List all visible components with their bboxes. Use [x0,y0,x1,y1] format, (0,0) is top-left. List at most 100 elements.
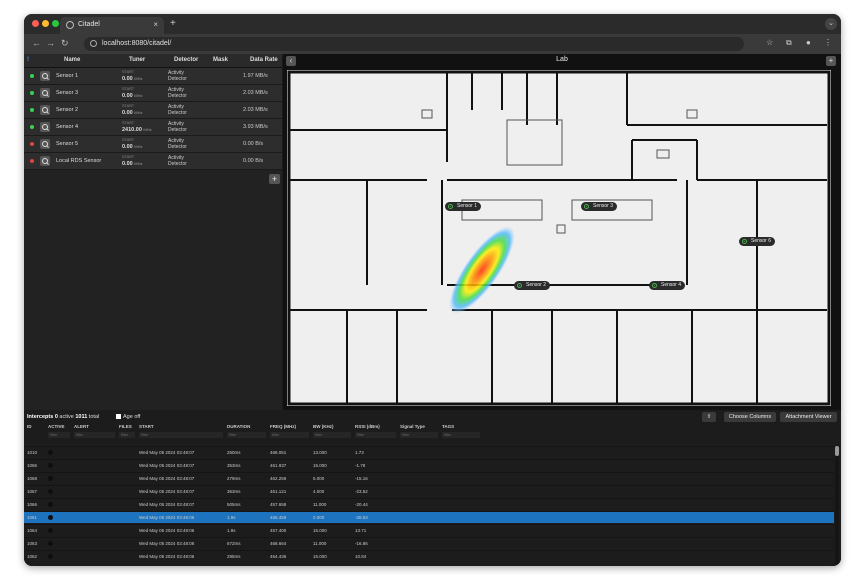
table-row[interactable]: 1066 Wed May 05 2024 03:48:07 505ms 457.658… [24,498,834,510]
sensor-row[interactable]: Sensor 2 START 0.00 MHz Activity Detector 2.… [24,102,282,119]
sensor-row[interactable]: Sensor 3 START 0.00 MHz Activity Detector 2.… [24,85,282,102]
data-rate: 2.03 MB/s [243,107,268,113]
table-row[interactable]: 1010 Wed May 05 2024 03:48:07 250ms 468.051… [24,446,834,458]
address-bar[interactable]: localhost:8080/citadel/ [84,37,744,51]
table-scrollbar[interactable] [835,446,839,564]
extensions-icon[interactable]: ⧉ [786,38,792,48]
search-icon[interactable] [40,105,50,115]
column-filter-input[interactable]: filter [227,432,266,438]
search-icon[interactable] [40,71,50,81]
cell-id: 1061 [27,515,38,520]
table-row[interactable]: 1061 Wed May 05 2024 03:48:06 1.9s 456.459 2… [24,511,834,523]
forward-icon[interactable]: → [46,38,55,48]
sensor-name: Sensor 1 [56,73,79,79]
scrollbar-thumb[interactable] [835,446,839,456]
column-filter-input[interactable]: filter [139,432,223,438]
tuner-value: 0.00 MHz [122,76,143,82]
column-header[interactable]: ID [27,424,32,429]
search-icon[interactable] [40,88,50,98]
sensor-row[interactable]: Sensor 4 START 2410.00 MHz Activity Detecto… [24,119,282,136]
tuner-label: START [122,70,135,74]
star-icon[interactable]: ☆ [766,38,773,47]
rate-column[interactable]: Data Rate [250,57,278,63]
column-header[interactable]: ALERT [74,424,89,429]
plus-icon[interactable]: + [170,18,176,29]
cell-start: Wed May 05 2024 03:48:06 [139,515,195,520]
url-text: localhost:8080/citadel/ [102,40,172,47]
sensor-row[interactable]: Local RDS Sensor START 0.00 MHz Activity De… [24,153,282,170]
sensor-marker[interactable]: Sensor 2 [514,281,551,290]
close-icon[interactable]: × [153,20,158,29]
menu-icon[interactable]: ⋮ [824,38,832,47]
search-icon[interactable] [40,156,50,166]
search-icon[interactable] [40,122,50,132]
sensor-marker[interactable]: Sensor 3 [581,202,618,211]
column-header[interactable]: START [139,424,154,429]
cell-rssi: -1.78 [355,463,366,468]
tuner-column[interactable]: Tuner [129,57,145,63]
table-row[interactable]: 1065 Wed May 05 2024 03:48:07 353ms 461.937… [24,459,834,471]
cell-id: 1010 [27,450,38,455]
column-header[interactable]: Signal Type [400,424,425,429]
column-filter-input[interactable]: filter [119,432,135,438]
column-filter-input[interactable]: filter [442,432,480,438]
column-header[interactable]: FILES [119,424,132,429]
table-row[interactable]: 1062 Wed May 05 2024 03:48:06 295ms 464.436… [24,550,834,562]
mask-column[interactable]: Mask [213,57,228,63]
column-header[interactable]: TAGS [442,424,454,429]
cell-freq: 468.664 [270,541,287,546]
column-filter-input[interactable]: filter [270,432,309,438]
column-filter-input[interactable]: filter [313,432,351,438]
back-icon[interactable]: ← [32,38,41,48]
floor-plan[interactable]: Sensor 1 Sensor 3 Sensor 6 Sensor 2 Sens… [287,70,831,406]
minimize-window-button[interactable] [42,20,49,27]
column-header[interactable]: DURATION [227,424,250,429]
column-header[interactable]: FREQ (MHz) [270,424,296,429]
export-icon: ⇧ [706,414,712,420]
cell-bw: 4.000 [313,489,325,494]
tuner-value: 2410.00 MHz [122,127,152,133]
table-row[interactable]: 1063 Wed May 05 2024 03:48:06 672ms 468.664… [24,537,834,549]
cell-id: 1068 [27,476,38,481]
search-icon[interactable] [40,139,50,149]
detector-name: Activity Detector [168,155,187,167]
column-header[interactable]: RSSI (dBm) [355,424,380,429]
table-row[interactable]: 1064 Wed May 05 2024 03:48:06 1.9s 457.400 1… [24,524,834,536]
table-row[interactable]: 1067 Wed May 05 2024 03:48:07 363ms 461.121… [24,485,834,497]
sensor-marker[interactable]: Sensor 4 [649,281,686,290]
status-indicator [30,125,34,129]
column-header[interactable]: ACTIVE [48,424,65,429]
column-filter-input[interactable]: filter [355,432,396,438]
sensor-marker[interactable]: Sensor 1 [445,202,482,211]
reload-icon[interactable]: ↻ [61,38,69,49]
sensor-row[interactable]: Sensor 5 START 0.00 MHz Activity Detector 0.… [24,136,282,153]
sensor-name: Sensor 4 [56,124,79,130]
info-icon[interactable] [90,40,97,47]
detector-name: Activity Detector [168,87,187,99]
table-row[interactable]: 1068 Wed May 05 2024 03:48:07 279ms 462.259… [24,472,834,484]
cell-bw: 15.000 [313,528,327,533]
profile-icon[interactable]: ● [806,38,811,47]
column-filter-input[interactable]: filter [400,432,438,438]
age-off-checkbox[interactable] [116,414,121,419]
column-header[interactable]: BW (KHz) [313,424,334,429]
add-sensor-button[interactable]: + [269,174,280,184]
cell-id: 1066 [27,502,38,507]
close-window-button[interactable] [32,20,39,27]
name-column[interactable]: Name [64,57,80,63]
maximize-window-button[interactable] [52,20,59,27]
attachment-viewer-button[interactable]: Attachment Viewer [780,412,837,422]
cell-bw: 15.000 [313,463,327,468]
column-filter-input[interactable]: filter [48,432,70,438]
detector-column[interactable]: Detector [174,57,198,63]
export-button[interactable]: ⇧ [702,412,716,422]
add-map-button[interactable]: + [826,56,836,66]
browser-tab[interactable]: Citadel × [60,17,164,34]
chevron-down-icon[interactable]: ⌄ [825,18,837,30]
cell-rssi: -23.52 [355,489,368,494]
sensor-marker[interactable]: Sensor 6 [739,237,776,246]
sensor-row[interactable]: Sensor 1 START 0.00 MHz Activity Detector 1.… [24,68,282,85]
column-filter-input[interactable]: filter [74,432,115,438]
choose-columns-button[interactable]: Choose Columns [724,412,776,422]
status-indicator [30,91,34,95]
